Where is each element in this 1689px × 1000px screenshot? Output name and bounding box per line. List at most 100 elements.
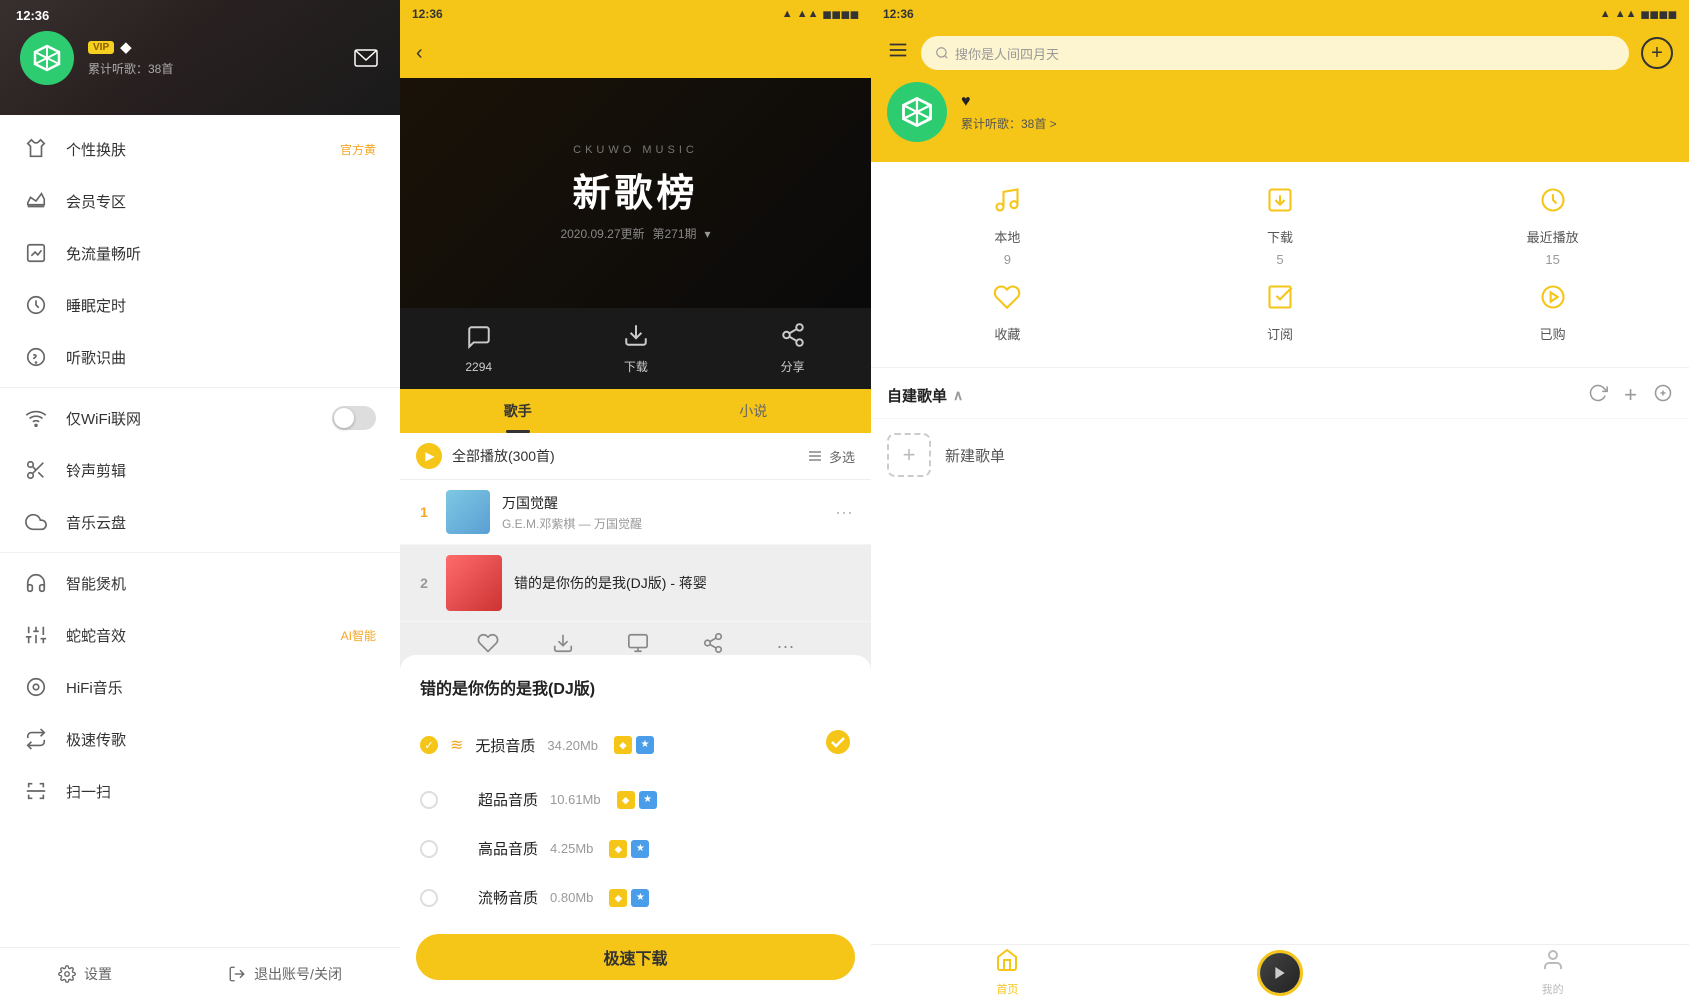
sleep-icon: [24, 293, 48, 317]
user-icon: [1541, 948, 1565, 978]
nav-home[interactable]: 首页: [871, 948, 1144, 997]
sidebar-item-scan[interactable]: 扫一扫: [0, 765, 400, 817]
sidebar-item-ringtone[interactable]: 铃声剪辑: [0, 444, 400, 496]
sidebar-item-transfer[interactable]: 极速传歌: [0, 713, 400, 765]
search-bar[interactable]: 搜你是人间四月天: [921, 36, 1629, 70]
sidebar-item-smart[interactable]: 智能煲机: [0, 557, 400, 609]
quality-size: 10.61Mb: [550, 792, 601, 807]
star-icon: ★: [639, 791, 657, 809]
download-label: 下载: [624, 358, 648, 375]
more-song-icon[interactable]: ···: [777, 636, 795, 657]
song-info: 万国觉醒 G.E.M.邓紫棋 — 万国觉醒: [502, 493, 819, 532]
collect-icon: [993, 283, 1021, 318]
equalizer-badge: AI智能: [341, 627, 376, 644]
sidebar-menu: 个性换肤 官方黄 会员专区 免流量畅听: [0, 115, 400, 947]
local-count: 9: [1004, 252, 1011, 267]
avatar[interactable]: [20, 31, 74, 85]
panel2-nav: ‹: [400, 28, 871, 78]
quality-lossless[interactable]: ≋ 无损音质 34.20Mb ◆ ★: [400, 715, 871, 775]
stat-subscribe[interactable]: 订阅: [1144, 275, 1417, 351]
panel3-header: 搜你是人间四月天 +: [871, 28, 1689, 70]
song-item-expanded[interactable]: 2 错的是你伤的是我(DJ版) - 蒋婴: [400, 545, 871, 622]
radio-high: [420, 840, 438, 858]
add-button[interactable]: +: [1641, 37, 1673, 69]
radio-normal: [420, 889, 438, 907]
sidebar-item-cloud[interactable]: 音乐云盘: [0, 496, 400, 548]
menu-icon[interactable]: [887, 39, 909, 67]
stat-local[interactable]: 本地 9: [871, 178, 1144, 275]
sidebar-header: 12:36 VIP ◆ 累计听歌：38首: [0, 0, 400, 115]
headphones-icon: [24, 571, 48, 595]
vip-diamond: ◆: [609, 889, 627, 907]
divider2: [0, 552, 400, 553]
chart-period: 第271期: [653, 225, 697, 242]
share-action[interactable]: 分享: [780, 322, 806, 375]
song-artist: G.E.M.邓紫棋 — 万国觉醒: [502, 515, 819, 532]
download-action[interactable]: 下载: [623, 322, 649, 375]
scissors-icon: [24, 458, 48, 482]
fast-download-button[interactable]: 极速下载: [416, 934, 855, 980]
quality-size: 0.80Mb: [550, 890, 593, 905]
player-thumbnail[interactable]: [1257, 950, 1303, 996]
sidebar-item-equalizer[interactable]: 蛇蛇音效 AI智能: [0, 609, 400, 661]
settings-item[interactable]: 设置: [58, 964, 112, 984]
nav-player[interactable]: [1144, 950, 1417, 996]
quality-normal[interactable]: 流畅音质 0.80Mb ◆ ★: [400, 873, 871, 922]
collect-label: 收藏: [994, 324, 1020, 343]
quality-size: 4.25Mb: [550, 841, 593, 856]
quality-size: 34.20Mb: [547, 738, 598, 753]
mine-label: 我的: [1542, 981, 1564, 997]
stat-recent[interactable]: 最近播放 15: [1416, 178, 1689, 275]
add-playlist-icon[interactable]: +: [1624, 382, 1637, 408]
playlist-title: 自建歌单: [887, 385, 947, 406]
comment-icon: [466, 324, 492, 356]
play-all-button[interactable]: ▶: [416, 443, 442, 469]
sidebar-item-wifi[interactable]: 仅WiFi联网: [0, 392, 400, 444]
skin-badge: 官方黄: [340, 141, 376, 158]
quality-high[interactable]: 高品音质 4.25Mb ◆ ★: [400, 824, 871, 873]
sidebar-item-sleep[interactable]: 睡眠定时: [0, 279, 400, 331]
song-item[interactable]: 1 万国觉醒 G.E.M.邓紫棋 — 万国觉醒 ···: [400, 480, 871, 545]
new-playlist-item[interactable]: + 新建歌单: [871, 418, 1689, 491]
song-info: 错的是你伤的是我(DJ版) - 蒋婴: [514, 573, 857, 593]
sidebar-item-free[interactable]: 免流量畅听: [0, 227, 400, 279]
crown-icon: [24, 189, 48, 213]
wifi-toggle[interactable]: [332, 406, 376, 430]
vip-badge-icon: ◆ ★: [614, 736, 654, 754]
mail-icon[interactable]: [352, 44, 380, 72]
sidebar-item-hifi[interactable]: HiFi音乐: [0, 661, 400, 713]
song-number: 2: [414, 575, 434, 591]
recent-play-icon: [1539, 186, 1567, 221]
tab-singer[interactable]: 歌手: [400, 389, 636, 433]
sidebar-item-vip[interactable]: 会员专区: [0, 175, 400, 227]
chart-date-row: 2020.09.27更新 第271期 ▾: [560, 225, 710, 242]
playlist-section-header: 自建歌单 ∧ +: [871, 368, 1689, 418]
vip-diamond: ◆: [617, 791, 635, 809]
more-playlists-icon[interactable]: [1653, 383, 1673, 408]
profile-avatar[interactable]: [887, 82, 947, 142]
back-icon[interactable]: ‹: [416, 42, 423, 65]
song-more-button[interactable]: ···: [831, 498, 857, 527]
stat-collect[interactable]: 收藏: [871, 275, 1144, 351]
download-label: 下载: [1267, 227, 1293, 246]
home-icon: [995, 948, 1019, 978]
refresh-icon[interactable]: [1588, 383, 1608, 408]
quality-super[interactable]: 超品音质 10.61Mb ◆ ★: [400, 775, 871, 824]
selected-checkmark-icon: [825, 729, 851, 761]
section-actions: +: [1588, 382, 1673, 408]
stat-purchased[interactable]: 已购: [1416, 275, 1689, 351]
nav-mine[interactable]: 我的: [1416, 948, 1689, 997]
vip-badge-icon: ◆ ★: [617, 791, 657, 809]
comment-action[interactable]: 2294: [465, 324, 492, 374]
logout-item[interactable]: 退出账号/关闭: [228, 964, 342, 984]
player-inner: [1260, 953, 1300, 993]
sidebar-item-shazam[interactable]: 听歌识曲: [0, 331, 400, 383]
song-title: 万国觉醒: [502, 493, 819, 513]
sidebar-item-skin[interactable]: 个性换肤 官方黄: [0, 123, 400, 175]
stat-download[interactable]: 下载 5: [1144, 178, 1417, 275]
tab-novel[interactable]: 小说: [636, 389, 872, 433]
recent-label: 最近播放: [1527, 227, 1579, 246]
sidebar-panel: 12:36 VIP ◆ 累计听歌：38首: [0, 0, 400, 1000]
multiselect-button[interactable]: 多选: [829, 447, 855, 466]
vip-badge-icon: ◆ ★: [609, 889, 649, 907]
